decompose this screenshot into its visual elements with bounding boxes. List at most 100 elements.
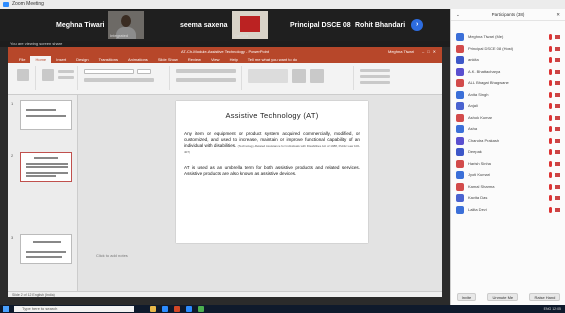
mic-muted-icon — [549, 57, 552, 63]
ribbon-tab[interactable]: View — [206, 56, 225, 63]
ribbon-tab[interactable]: Review — [183, 56, 206, 63]
minimize-icon[interactable]: ⌄ — [456, 9, 460, 21]
mic-muted-icon — [549, 103, 552, 109]
avatar — [456, 90, 464, 99]
video-tile[interactable]: Principal DSCE 08 — [290, 11, 351, 39]
raise-hand-button[interactable]: Raise Hand — [529, 293, 561, 301]
slide-title[interactable]: Assistive Technology (AT) — [184, 111, 360, 120]
current-slide[interactable]: Assistive Technology (AT) Any item or eq… — [176, 101, 368, 243]
participant-row[interactable]: Jyoti Kumari — [451, 169, 565, 181]
video-tile[interactable]: Camera — [232, 11, 272, 39]
video-tile[interactable]: Rohit Bhandari › — [355, 11, 424, 39]
slide-thumbnail-selected[interactable] — [20, 152, 72, 182]
slide-number: 2 — [11, 153, 14, 158]
mic-muted-icon — [549, 137, 552, 144]
participant-row[interactable]: Kamal Sharma — [451, 181, 565, 193]
participant-name: Kavita Das — [468, 195, 488, 200]
ribbon-tab[interactable]: Home — [30, 56, 52, 63]
chevron-right-icon[interactable]: › — [411, 19, 424, 31]
mic-muted-icon — [549, 160, 552, 167]
taskbar-search[interactable]: Type here to search — [14, 306, 134, 312]
slide-number: 3 — [11, 235, 14, 240]
camera-label: Integrated — [110, 33, 129, 38]
arrange-icon[interactable] — [292, 69, 306, 83]
chrome-icon[interactable] — [198, 306, 204, 312]
paragraph-group — [172, 66, 242, 90]
video-tile[interactable]: Meghna Tiwari — [56, 11, 105, 39]
participant-name: Lalita Devi — [468, 206, 487, 212]
participant-row[interactable]: Deepak — [451, 146, 565, 158]
participant-name: Harish Sinha — [468, 160, 491, 166]
participant-row[interactable]: Anita Singh — [451, 89, 565, 101]
powerpoint-body: 1 2 3 Assistive Technology (AT) Any item… — [8, 95, 442, 291]
avatar — [456, 194, 464, 202]
font-size-select[interactable] — [137, 69, 151, 74]
layout-button[interactable] — [58, 70, 74, 73]
unmute-me-button[interactable]: Unmute Me — [487, 293, 519, 301]
shapes-gallery[interactable] — [248, 69, 288, 83]
video-off-icon — [555, 69, 560, 74]
participant-row[interactable]: Chandra Prakash — [451, 135, 565, 147]
system-tray[interactable]: ENG 12:05 — [544, 305, 561, 313]
find-button[interactable] — [360, 69, 390, 72]
reset-button[interactable] — [58, 76, 74, 79]
ribbon-tab[interactable]: Animations — [123, 56, 153, 63]
list-buttons[interactable] — [176, 69, 236, 73]
ribbon-tab[interactable]: Help — [225, 56, 243, 63]
mic-muted-icon — [549, 195, 552, 201]
video-off-icon — [555, 104, 560, 108]
select-button[interactable] — [360, 81, 390, 84]
quick-styles-icon[interactable] — [310, 69, 324, 83]
window-controls[interactable]: –□✕ — [422, 47, 439, 56]
paste-icon[interactable] — [17, 69, 29, 81]
slide-paragraph[interactable]: Any item or equipment or product system … — [184, 131, 360, 155]
align-buttons[interactable] — [176, 78, 236, 82]
video-off-icon — [555, 138, 560, 143]
ribbon-tab[interactable]: Transitions — [94, 56, 123, 63]
participant-row[interactable]: Asha — [451, 123, 565, 135]
ribbon-tab[interactable]: Design — [71, 56, 93, 63]
share-status-text: You are viewing screen share — [10, 41, 63, 46]
file-explorer-icon[interactable] — [150, 306, 156, 312]
signed-in-user[interactable]: Meghna Tiwari — [388, 47, 414, 56]
close-icon[interactable]: ✕ — [556, 9, 560, 21]
ribbon-tab[interactable]: Slide Show — [153, 56, 183, 63]
video-tile[interactable]: Integrated — [108, 11, 148, 39]
ribbon-tab[interactable]: Insert — [51, 56, 71, 63]
status-bar: Slide 2 of 12 English (India) — [8, 291, 442, 297]
participants-title: Participants (38) — [491, 12, 525, 17]
invite-button[interactable]: Invite — [456, 293, 477, 301]
participant-row[interactable]: Anjali — [451, 100, 565, 112]
participant-row[interactable]: Meghna Tiwari (Me) — [451, 31, 565, 43]
edge-icon[interactable] — [162, 306, 168, 312]
participant-row[interactable]: ALL Bhagat Bhagwane — [451, 77, 565, 89]
participant-row[interactable]: Principal DSCE 08 (Host) — [451, 43, 565, 55]
participant-row[interactable]: Ashok Kumar — [451, 112, 565, 124]
participant-row[interactable]: Harish Sinha — [451, 158, 565, 170]
replace-button[interactable] — [360, 75, 390, 78]
webcam-feed: Integrated — [108, 11, 144, 39]
font-group — [80, 66, 170, 90]
video-tile[interactable]: seema saxena — [180, 11, 227, 39]
zoom-taskbar-icon[interactable] — [186, 306, 192, 312]
windows-start-icon[interactable] — [3, 306, 9, 312]
participant-row[interactable]: ankita — [451, 54, 565, 66]
font-name-select[interactable] — [84, 69, 134, 74]
font-format-buttons[interactable] — [84, 78, 154, 82]
new-slide-icon[interactable] — [42, 69, 54, 81]
video-off-icon — [555, 92, 560, 97]
slide-editor[interactable]: Assistive Technology (AT) Any item or eq… — [78, 95, 442, 291]
notes-placeholder[interactable]: Click to add notes — [96, 253, 128, 258]
slide-thumbnail[interactable] — [20, 234, 72, 264]
participant-row[interactable]: Kavita Das — [451, 192, 565, 204]
participant-row[interactable]: Lalita Devi — [451, 204, 565, 216]
powerpoint-icon[interactable] — [174, 306, 180, 312]
slide-paragraph[interactable]: AT is used as an umbrella term for both … — [184, 165, 360, 177]
slide-number: 1 — [11, 101, 14, 106]
participant-name: Meghna Tiwari (Me) — [468, 34, 504, 39]
participant-row[interactable]: A.K. Bhattacharya — [451, 66, 565, 78]
ribbon-tab[interactable]: Tell me what you want to do — [243, 56, 302, 63]
ribbon-tab[interactable]: File — [14, 56, 30, 63]
slide-thumbnail[interactable] — [20, 100, 72, 130]
ribbon — [8, 63, 442, 95]
